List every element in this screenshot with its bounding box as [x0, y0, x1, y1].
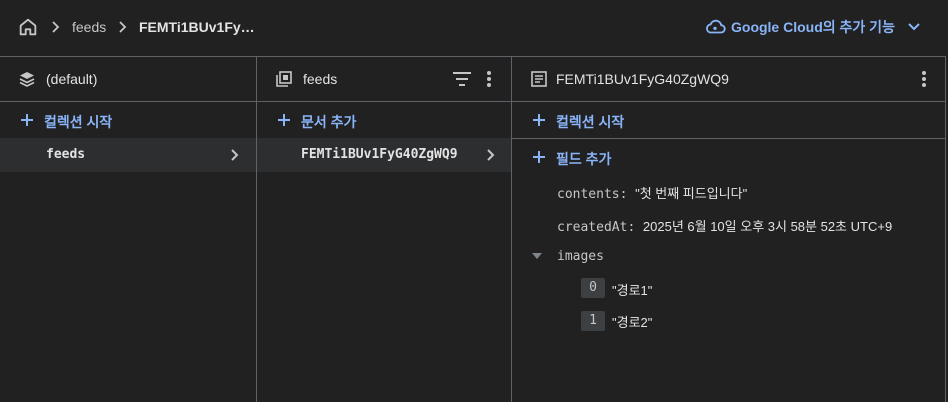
- start-subcollection-button[interactable]: 컬렉션 시작: [512, 102, 945, 138]
- chevron-right-icon: [231, 149, 239, 161]
- home-icon[interactable]: [17, 16, 39, 38]
- add-document-button[interactable]: 문서 추가: [257, 102, 511, 138]
- add-document-label: 문서 추가: [301, 114, 357, 130]
- collection-title: feeds: [303, 71, 338, 87]
- array-item-value[interactable]: "경로2": [612, 312, 652, 331]
- array-index-badge: 0: [581, 278, 605, 298]
- chevron-down-icon: [908, 23, 920, 31]
- document-icon: [531, 71, 547, 87]
- field-value: 2025년 6월 10일 오후 3시 58분 52초 UTC+9: [642, 219, 893, 234]
- document-title: FEMTi1BUv1FyG40ZgWQ9: [556, 71, 729, 87]
- database-header: (default): [0, 57, 256, 102]
- collection-item-label: feeds: [46, 147, 86, 162]
- start-collection-label: 컬렉션 시작: [44, 114, 113, 130]
- add-field-button[interactable]: 필드 추가: [512, 138, 945, 174]
- database-icon: [19, 72, 35, 87]
- field-key: images: [557, 249, 604, 264]
- array-item-value[interactable]: "경로1": [612, 280, 652, 299]
- google-cloud-features-button[interactable]: Google Cloud의 추가 기능: [704, 15, 921, 39]
- database-title: (default): [46, 71, 98, 87]
- document-column: FEMTi1BUv1FyG40ZgWQ9 컬렉션 시작 필드 추가 conten…: [511, 57, 945, 402]
- collection-header: feeds: [257, 57, 511, 102]
- firestore-panels: (default) 컬렉션 시작 feeds feeds 문서 추가 FEMTi…: [0, 56, 946, 402]
- database-column: (default) 컬렉션 시작 feeds: [0, 57, 256, 402]
- field-key: createdAt:: [557, 220, 636, 235]
- field-row-createdAt[interactable]: createdAt: 2025년 6월 10일 오후 3시 58분 52초 UT…: [557, 216, 892, 235]
- field-row-images[interactable]: images: [557, 248, 604, 264]
- collapse-triangle-icon[interactable]: [532, 253, 542, 259]
- top-bar: feeds FEMTi1BUv1Fy… Google Cloud의 추가 기능: [0, 0, 948, 56]
- plus-icon: [533, 151, 545, 163]
- document-item[interactable]: FEMTi1BUv1FyG40ZgWQ9: [257, 138, 511, 172]
- chevron-right-icon: [487, 149, 495, 161]
- plus-icon: [533, 114, 545, 126]
- breadcrumb-item-feeds[interactable]: feeds: [72, 19, 106, 35]
- filter-icon[interactable]: [452, 71, 472, 87]
- plus-icon: [278, 114, 290, 126]
- google-cloud-label: Google Cloud의 추가 기능: [731, 19, 895, 35]
- collection-icon: [276, 71, 292, 87]
- document-item-label: FEMTi1BUv1FyG40ZgWQ9: [301, 147, 458, 162]
- breadcrumb-item-document[interactable]: FEMTi1BUv1Fy…: [139, 19, 255, 35]
- chevron-right-icon: [119, 21, 127, 33]
- plus-icon: [21, 114, 33, 126]
- document-header: FEMTi1BUv1FyG40ZgWQ9: [512, 57, 945, 102]
- more-vert-icon[interactable]: [921, 70, 927, 88]
- array-index-badge: 1: [581, 311, 605, 331]
- more-vert-icon[interactable]: [486, 70, 492, 88]
- start-collection-button[interactable]: 컬렉션 시작: [0, 102, 256, 138]
- start-subcollection-label: 컬렉션 시작: [556, 114, 625, 130]
- add-field-label: 필드 추가: [556, 151, 612, 167]
- field-row-contents[interactable]: contents: "첫 번째 피드입니다": [557, 183, 747, 202]
- collection-item-feeds[interactable]: feeds: [0, 138, 256, 172]
- collection-column: feeds 문서 추가 FEMTi1BUv1FyG40ZgWQ9: [256, 57, 511, 402]
- cloud-icon: [706, 19, 726, 34]
- field-value: "첫 번째 피드입니다": [635, 186, 748, 201]
- field-key: contents:: [557, 187, 628, 202]
- chevron-right-icon: [52, 21, 60, 33]
